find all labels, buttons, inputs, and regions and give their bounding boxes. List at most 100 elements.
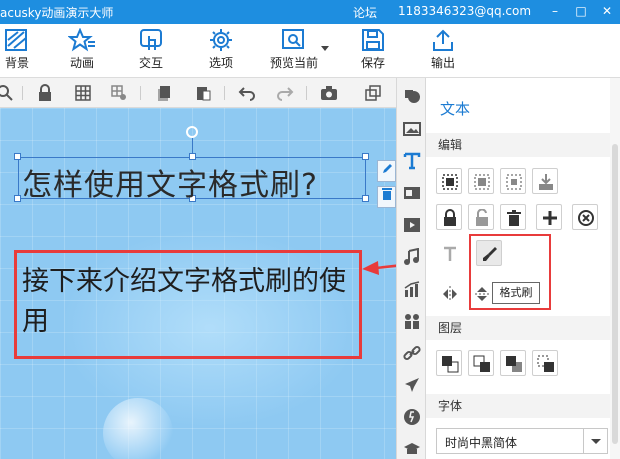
edit-text-button[interactable] xyxy=(377,160,396,182)
account-email[interactable]: 1183346323@qq.com xyxy=(398,4,531,18)
copy-icon[interactable] xyxy=(156,84,174,102)
window-icon[interactable] xyxy=(364,84,382,102)
rotate-handle[interactable] xyxy=(186,126,198,138)
bring-to-front-button[interactable] xyxy=(436,350,462,376)
zoom-icon[interactable] xyxy=(0,84,14,102)
bring-forward-button[interactable] xyxy=(468,350,494,376)
resize-handle[interactable] xyxy=(14,153,21,160)
delete-element-button[interactable] xyxy=(377,186,396,208)
replace-button[interactable] xyxy=(572,204,598,230)
resize-handle[interactable] xyxy=(189,153,196,160)
text-style-icon xyxy=(444,246,456,261)
preview-current-button[interactable]: 预览当前 xyxy=(264,28,324,74)
preview-dropdown-icon[interactable] xyxy=(321,46,329,52)
interaction-button[interactable]: 交互 xyxy=(134,28,168,74)
export-label: 输出 xyxy=(430,56,455,70)
undo-icon[interactable] xyxy=(238,84,256,102)
animation-button[interactable]: 动画 xyxy=(62,28,102,74)
font-family-select[interactable]: 时尚中黑简体 xyxy=(436,428,608,454)
bring-forward-icon xyxy=(473,355,490,372)
minimize-button[interactable]: – xyxy=(544,0,566,24)
trash-icon xyxy=(381,188,392,200)
animation-label: 动画 xyxy=(69,56,94,70)
align-center-button[interactable] xyxy=(468,168,494,194)
text-style-button[interactable] xyxy=(436,240,462,266)
lock-element-button[interactable] xyxy=(436,204,462,230)
export-button[interactable]: 输出 xyxy=(426,28,460,74)
toolbar-divider xyxy=(224,86,225,100)
resize-handle[interactable] xyxy=(14,195,21,202)
align-left-button[interactable] xyxy=(436,168,462,194)
font-family-dropdown[interactable] xyxy=(583,429,607,453)
app-title: acusky动画演示大师 xyxy=(0,6,114,20)
grid-icon[interactable] xyxy=(74,84,92,102)
send-backward-button[interactable] xyxy=(500,350,526,376)
decorative-bubble xyxy=(103,398,173,459)
slide-canvas[interactable]: 怎样使用文字格式刷? 接下来介绍文字格式刷的使用 xyxy=(0,108,396,459)
unlock-icon xyxy=(476,209,488,226)
format-painter-tooltip: 格式刷 xyxy=(492,282,540,304)
options-label: 选项 xyxy=(208,56,233,70)
grid-settings-icon[interactable] xyxy=(110,84,128,102)
tap-hand-icon xyxy=(140,29,162,50)
edit-toolbar xyxy=(0,78,396,108)
shape-icon[interactable] xyxy=(403,88,421,106)
title-bar: acusky动画演示大师 论坛 1183346323@qq.com – □ ✕ xyxy=(0,0,620,24)
camera-icon[interactable] xyxy=(320,84,338,102)
education-icon[interactable] xyxy=(403,440,421,458)
delete-button[interactable] xyxy=(500,204,526,230)
flip-horizontal-button[interactable] xyxy=(436,280,462,306)
toolbar-divider xyxy=(22,86,23,100)
save-icon xyxy=(362,29,384,51)
align-right-button[interactable] xyxy=(500,168,526,194)
forum-link[interactable]: 论坛 xyxy=(353,4,377,21)
video-icon[interactable] xyxy=(403,216,421,234)
music-icon[interactable] xyxy=(403,248,421,266)
lock-icon[interactable] xyxy=(36,84,54,102)
panel-scrollbar[interactable] xyxy=(610,78,620,459)
chevron-down-icon xyxy=(591,439,601,444)
options-button[interactable]: 选项 xyxy=(204,28,238,74)
unlock-element-button[interactable] xyxy=(468,204,494,230)
scrollbar-thumb[interactable] xyxy=(612,144,618,444)
background-label: 背景 xyxy=(4,56,29,70)
people-icon[interactable] xyxy=(403,312,421,330)
chart-icon[interactable] xyxy=(403,280,421,298)
heading-text[interactable]: 怎样使用文字格式刷? xyxy=(22,160,318,204)
text-icon[interactable] xyxy=(403,152,421,170)
link-icon[interactable] xyxy=(403,344,421,362)
resize-handle[interactable] xyxy=(362,153,369,160)
send-to-back-button[interactable] xyxy=(532,350,558,376)
flash-icon[interactable] xyxy=(403,408,421,426)
ribbon-toolbar: 背景 动画 交互 选项 预览当前 保存 输出 xyxy=(0,24,620,78)
airplane-icon[interactable] xyxy=(403,376,421,394)
image-icon[interactable] xyxy=(403,120,421,138)
save-label: 保存 xyxy=(360,56,385,70)
save-button[interactable]: 保存 xyxy=(356,28,390,74)
maximize-button[interactable]: □ xyxy=(570,0,592,24)
export-icon xyxy=(433,29,453,51)
trash-icon xyxy=(507,210,521,226)
lock-icon xyxy=(444,209,456,226)
send-to-back-icon xyxy=(537,355,554,372)
star-icon xyxy=(68,28,95,52)
element-type-strip xyxy=(396,78,426,459)
panel-title: 文本 xyxy=(440,100,471,118)
interaction-label: 交互 xyxy=(138,56,163,70)
section-font-header: 字体 xyxy=(426,394,610,418)
align-right-icon xyxy=(506,174,522,190)
redo-icon[interactable] xyxy=(276,84,294,102)
close-button[interactable]: ✕ xyxy=(596,0,618,24)
background-button[interactable]: 背景 xyxy=(0,28,34,74)
paste-icon[interactable] xyxy=(194,84,212,102)
add-button[interactable] xyxy=(536,204,562,230)
plus-icon xyxy=(543,211,557,225)
properties-panel: 文本 编辑 格式刷 图层 字体 时尚中黑简体 xyxy=(426,78,620,459)
align-center-icon xyxy=(474,174,490,190)
body-text[interactable]: 接下来介绍文字格式刷的使用 xyxy=(22,262,357,342)
resize-handle[interactable] xyxy=(362,195,369,202)
background-icon xyxy=(5,29,27,51)
import-button[interactable] xyxy=(532,168,558,194)
card-icon[interactable] xyxy=(403,184,421,202)
align-left-icon xyxy=(442,174,458,190)
